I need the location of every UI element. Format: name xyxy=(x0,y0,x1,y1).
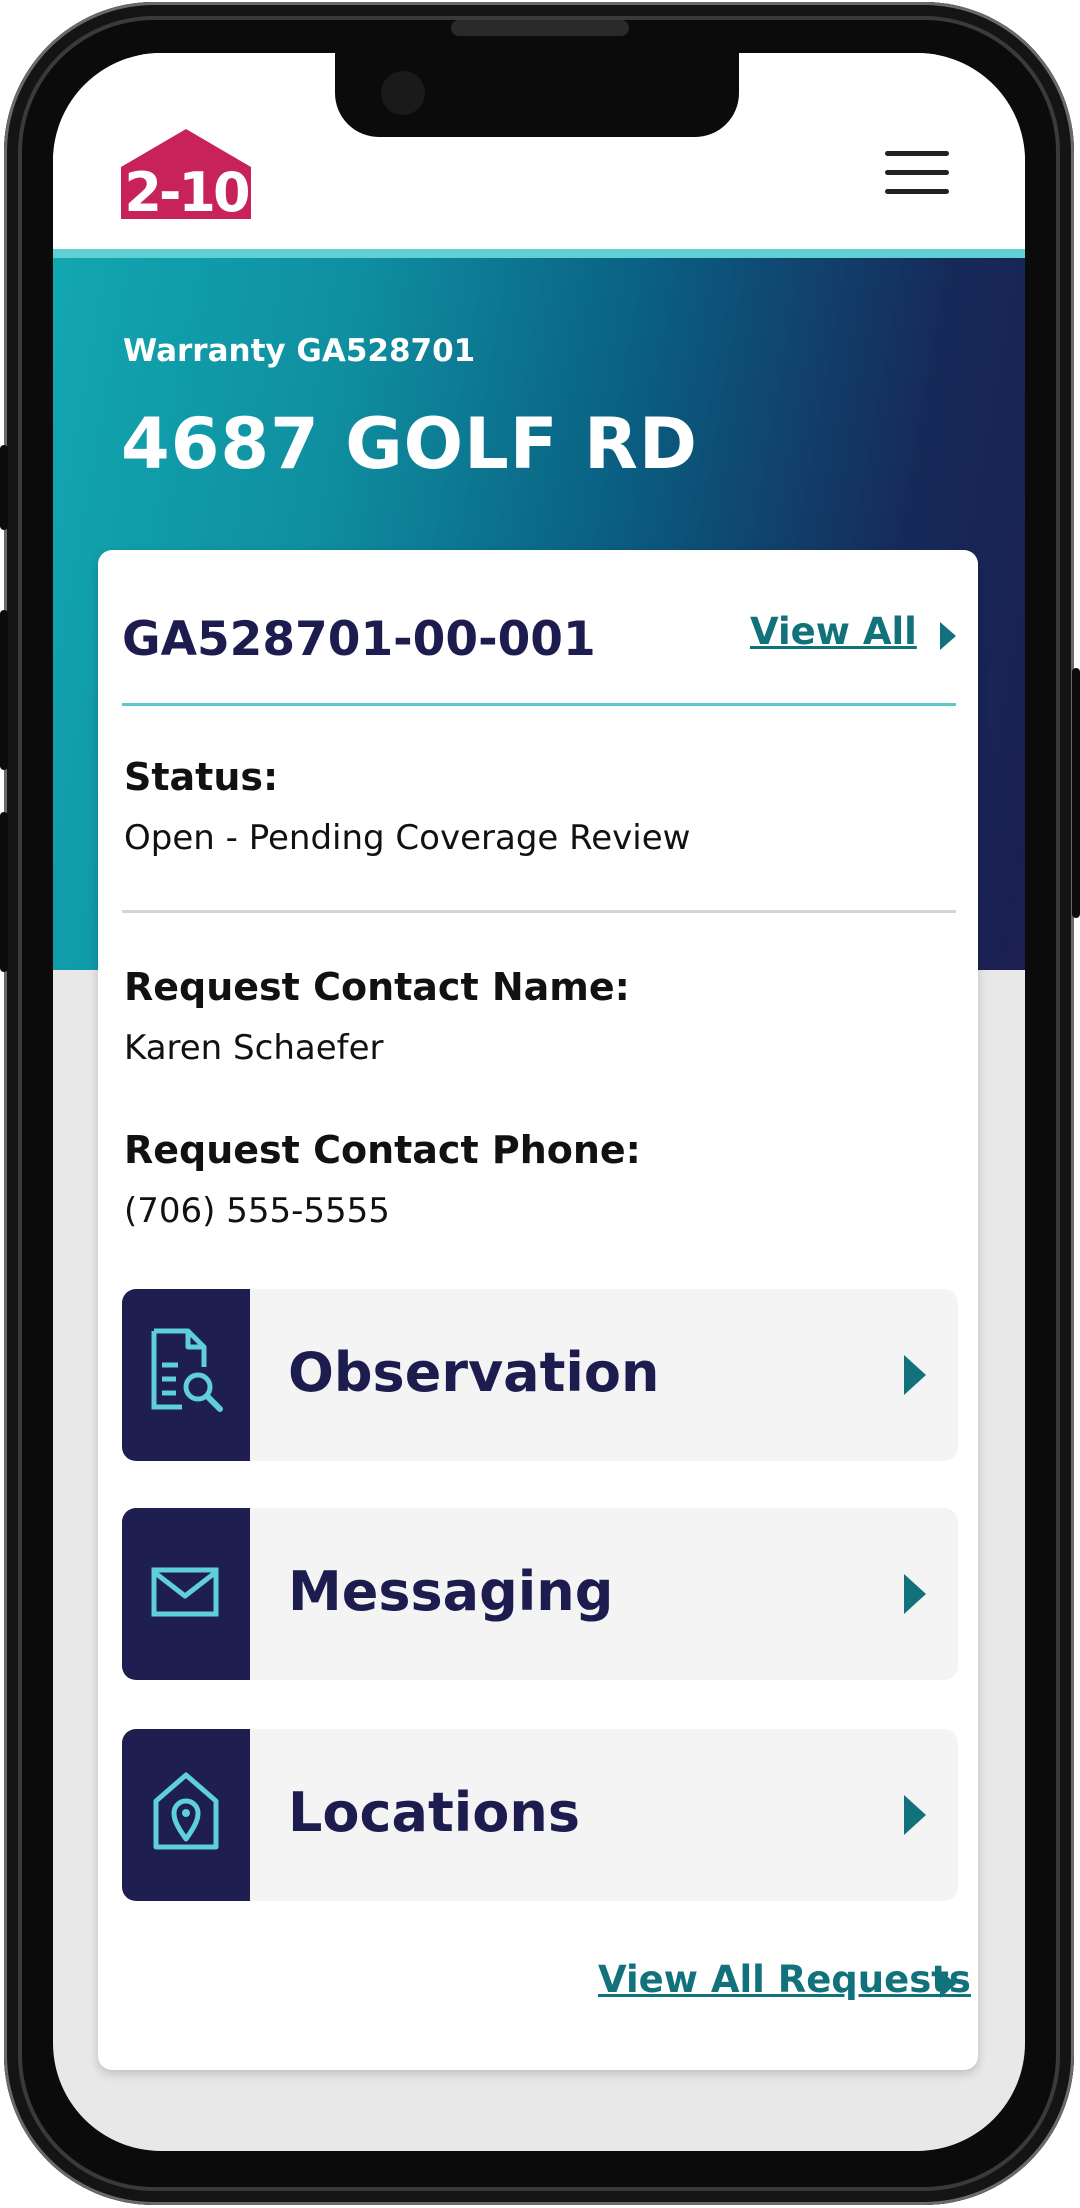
status-value: Open - Pending Coverage Review xyxy=(124,818,691,858)
house-logo-icon[interactable]: 2-10 xyxy=(121,129,251,219)
page-title: 4687 GOLF RD xyxy=(121,403,698,485)
chevron-right-icon xyxy=(904,1795,926,1835)
locations-label: Locations xyxy=(288,1781,580,1844)
divider xyxy=(122,910,956,913)
camera-icon xyxy=(381,71,425,115)
warranty-label: Warranty GA528701 xyxy=(123,333,476,369)
contact-name-label: Request Contact Name: xyxy=(124,965,630,1009)
side-button xyxy=(0,445,8,530)
observation-label: Observation xyxy=(288,1341,660,1404)
view-all-link[interactable]: View All xyxy=(750,610,917,653)
messaging-label: Messaging xyxy=(288,1560,614,1623)
request-card: GA528701-00-001 View All Status: Open - … xyxy=(98,550,978,2070)
observation-button[interactable]: Observation xyxy=(122,1289,958,1461)
icon-tile xyxy=(122,1729,250,1901)
side-button xyxy=(0,812,8,972)
speaker-grille xyxy=(451,20,629,36)
view-all-requests-link[interactable]: View All Requests xyxy=(598,1958,971,2001)
chevron-right-icon xyxy=(904,1355,926,1395)
chevron-right-icon[interactable] xyxy=(940,622,956,650)
icon-tile xyxy=(122,1289,250,1461)
messaging-button[interactable]: Messaging xyxy=(122,1508,958,1680)
chevron-right-icon[interactable] xyxy=(940,1970,956,1998)
contact-phone-value: (706) 555-5555 xyxy=(124,1191,390,1231)
house-pin-icon xyxy=(153,1772,219,1850)
status-label: Status: xyxy=(124,755,279,799)
icon-tile xyxy=(122,1508,250,1680)
hamburger-menu-icon[interactable] xyxy=(885,151,949,203)
divider xyxy=(122,703,956,706)
logo-text: 2-10 xyxy=(124,161,248,219)
document-search-icon xyxy=(151,1328,223,1412)
camera-notch xyxy=(335,53,739,137)
locations-button[interactable]: Locations xyxy=(122,1729,958,1901)
contact-name-value: Karen Schaefer xyxy=(124,1028,384,1068)
side-button xyxy=(1072,668,1080,918)
side-button xyxy=(0,610,8,770)
request-id: GA528701-00-001 xyxy=(122,612,596,667)
envelope-icon xyxy=(151,1567,219,1617)
contact-phone-label: Request Contact Phone: xyxy=(124,1128,641,1172)
phone-screen: 2-10 Warranty GA528701 4687 GOLF RD GA52… xyxy=(53,53,1025,2151)
chevron-right-icon xyxy=(904,1574,926,1614)
